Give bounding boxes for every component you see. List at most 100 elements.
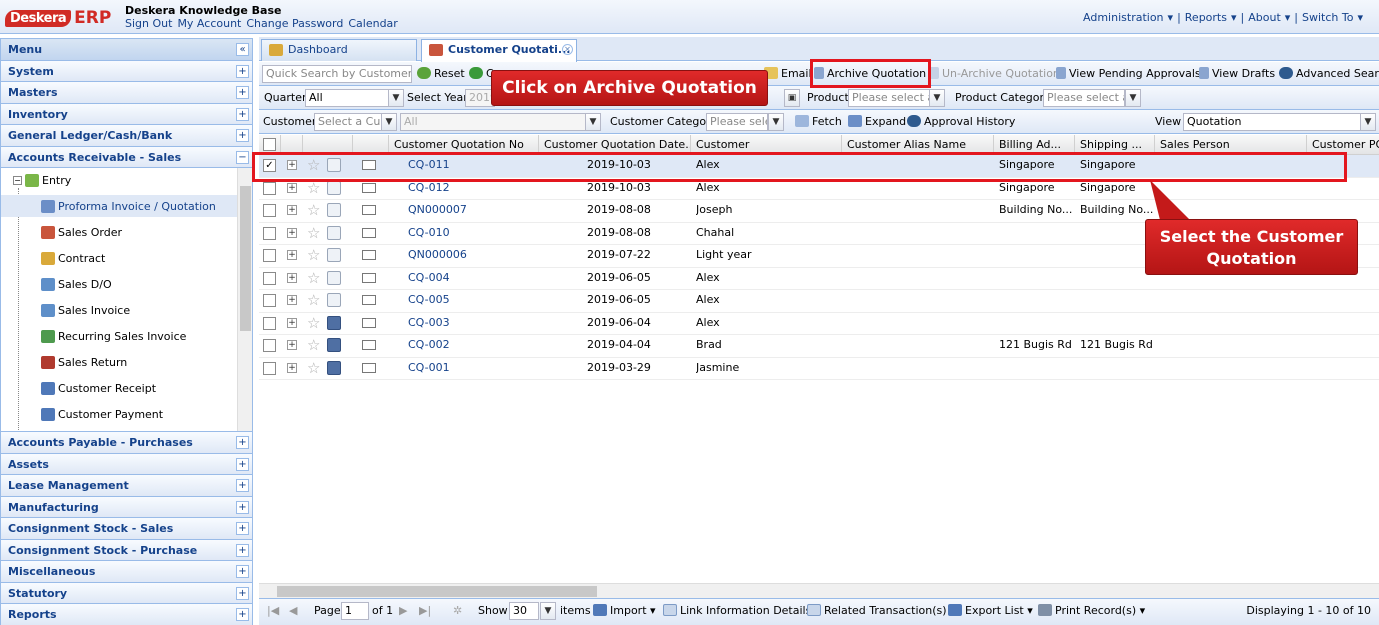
- sidebar-item-accounts-receivable[interactable]: Accounts Receivable - Sales −: [1, 146, 252, 168]
- row-expand-icon[interactable]: +: [287, 182, 297, 193]
- row-expand-icon[interactable]: +: [287, 295, 297, 305]
- row-checkbox[interactable]: [263, 226, 276, 240]
- table-row[interactable]: + ☆ CQ-001 2019-03-29 Jasmine: [259, 358, 1379, 380]
- table-row[interactable]: + ☆ CQ-002 2019-04-04 Brad 121 Bugis Rd 121 Bu…: [259, 335, 1379, 358]
- email-icon[interactable]: [362, 295, 376, 305]
- sidebar-item-manufacturing[interactable]: Manufacturing +: [1, 496, 252, 518]
- star-icon[interactable]: ☆: [307, 336, 320, 354]
- calendar-icon[interactable]: ▣: [784, 89, 800, 107]
- star-icon[interactable]: ☆: [307, 269, 320, 287]
- expand-plus-icon[interactable]: +: [236, 86, 249, 99]
- expand-plus-icon[interactable]: +: [236, 436, 249, 449]
- quotation-no-cell[interactable]: CQ-005: [408, 290, 538, 312]
- sidebar-item-consignment-purchase[interactable]: Consignment Stock - Purchase +: [1, 539, 252, 561]
- sidebar-item-assets[interactable]: Assets +: [1, 453, 252, 475]
- print-icon[interactable]: [327, 293, 341, 307]
- switch-to-menu[interactable]: Switch To: [1302, 11, 1353, 24]
- star-icon[interactable]: ☆: [307, 224, 320, 242]
- sidebar-item-sales-order[interactable]: Sales Order: [41, 221, 122, 243]
- scrollbar-thumb[interactable]: [240, 186, 251, 331]
- quick-search-input[interactable]: Quick Search by Customer Q: [262, 65, 412, 83]
- sidebar-item-customer-payment[interactable]: Customer Payment: [41, 403, 163, 425]
- expand-plus-icon[interactable]: +: [236, 565, 249, 578]
- tab-customer-quotation[interactable]: Customer Quotati... ✕: [421, 39, 577, 62]
- print-icon[interactable]: [327, 225, 341, 240]
- administration-menu[interactable]: Administration: [1083, 11, 1164, 24]
- last-page-icon[interactable]: ▶|: [419, 599, 431, 623]
- quotation-no-cell[interactable]: QN000006: [408, 245, 538, 267]
- view-pending-approvals-button[interactable]: View Pending Approvals: [1056, 62, 1201, 85]
- sidebar-item-reports[interactable]: Reports +: [1, 604, 252, 625]
- quotation-no-cell[interactable]: CQ-004: [408, 268, 538, 290]
- tab-dashboard[interactable]: Dashboard: [261, 39, 417, 61]
- chevron-down-icon[interactable]: ▼: [929, 89, 945, 107]
- sidebar-item-statutory[interactable]: Statutory +: [1, 582, 252, 604]
- row-expand-icon[interactable]: +: [287, 272, 297, 283]
- page-number-input[interactable]: 1: [341, 602, 369, 620]
- print-icon[interactable]: [327, 270, 341, 285]
- close-tab-icon[interactable]: ✕: [562, 44, 573, 55]
- expand-plus-icon[interactable]: +: [236, 129, 249, 142]
- next-page-icon[interactable]: ▶: [399, 599, 407, 623]
- email-icon[interactable]: [362, 182, 376, 193]
- sidebar-scrollbar[interactable]: [237, 168, 252, 431]
- row-checkbox[interactable]: [263, 271, 276, 285]
- sidebar-item-system[interactable]: System +: [1, 60, 252, 82]
- view-select[interactable]: Quotation: [1183, 113, 1363, 131]
- quotation-no-cell[interactable]: CQ-002: [408, 335, 538, 357]
- star-icon[interactable]: ☆: [307, 201, 320, 219]
- dropdown-arrow-icon[interactable]: ▾: [1285, 11, 1291, 24]
- sidebar-item-consignment-sales[interactable]: Consignment Stock - Sales +: [1, 518, 252, 540]
- chevron-down-icon[interactable]: ▼: [768, 113, 784, 131]
- sidebar-item-customer-receipt[interactable]: Customer Receipt: [41, 377, 156, 399]
- sidebar-item-sales-return[interactable]: Sales Return: [41, 351, 127, 373]
- email-button[interactable]: Email: [764, 62, 812, 85]
- entry-node[interactable]: − Entry: [13, 174, 71, 187]
- refresh-icon[interactable]: ✲: [453, 599, 462, 623]
- table-row[interactable]: + ☆ CQ-003 2019-06-04 Alex: [259, 313, 1379, 335]
- view-drafts-button[interactable]: View Drafts: [1199, 62, 1275, 85]
- export-list-button[interactable]: Export List ▾: [948, 599, 1033, 623]
- advanced-search-button[interactable]: Advanced Search: [1279, 62, 1379, 85]
- dropdown-arrow-icon[interactable]: ▾: [1231, 11, 1237, 24]
- my-account-link[interactable]: My Account: [177, 17, 241, 30]
- email-icon[interactable]: [362, 205, 376, 215]
- chevron-down-icon[interactable]: ▼: [388, 89, 404, 107]
- unarchive-quotation-button[interactable]: Un-Archive Quotation: [929, 62, 1060, 85]
- table-row[interactable]: + ☆ CQ-005 2019-06-05 Alex: [259, 290, 1379, 313]
- star-icon[interactable]: ☆: [307, 246, 320, 264]
- quotation-no-cell[interactable]: CQ-001: [408, 358, 538, 380]
- row-checkbox[interactable]: [263, 361, 276, 375]
- email-icon[interactable]: [362, 317, 376, 328]
- row-checkbox[interactable]: [263, 294, 276, 307]
- change-password-link[interactable]: Change Password: [246, 17, 343, 30]
- row-checkbox[interactable]: [263, 316, 276, 330]
- chevron-down-icon[interactable]: ▼: [1125, 89, 1141, 107]
- about-menu[interactable]: About: [1248, 11, 1281, 24]
- reports-menu[interactable]: Reports: [1185, 11, 1227, 24]
- chevron-down-icon[interactable]: ▼: [381, 113, 397, 131]
- row-expand-icon[interactable]: +: [287, 340, 297, 350]
- sidebar-item-inventory[interactable]: Inventory +: [1, 103, 252, 125]
- star-icon[interactable]: ☆: [307, 314, 320, 332]
- sidebar-item-sales-invoice[interactable]: Sales Invoice: [41, 299, 130, 321]
- expand-plus-icon[interactable]: +: [236, 608, 249, 621]
- email-icon[interactable]: [362, 340, 376, 350]
- email-icon[interactable]: [362, 272, 376, 283]
- page-size-select[interactable]: 30: [509, 602, 539, 620]
- row-checkbox[interactable]: [263, 204, 276, 217]
- expand-plus-icon[interactable]: +: [236, 543, 249, 557]
- print-icon[interactable]: [327, 180, 341, 195]
- prev-page-icon[interactable]: ◀: [289, 599, 297, 623]
- print-records-button[interactable]: Print Record(s) ▾: [1038, 599, 1145, 623]
- sign-out-link[interactable]: Sign Out: [125, 17, 172, 30]
- email-icon[interactable]: [362, 250, 376, 260]
- related-transactions-button[interactable]: Related Transaction(s): [807, 599, 947, 623]
- calendar-link[interactable]: Calendar: [348, 17, 397, 30]
- product-category-select[interactable]: Please select a: [1043, 89, 1125, 107]
- row-expand-icon[interactable]: +: [287, 250, 297, 260]
- print-icon[interactable]: [327, 360, 341, 375]
- sidebar-item-recurring-sales-invoice[interactable]: Recurring Sales Invoice: [41, 325, 186, 347]
- print-icon[interactable]: [327, 203, 341, 217]
- expand-plus-icon[interactable]: +: [236, 457, 249, 471]
